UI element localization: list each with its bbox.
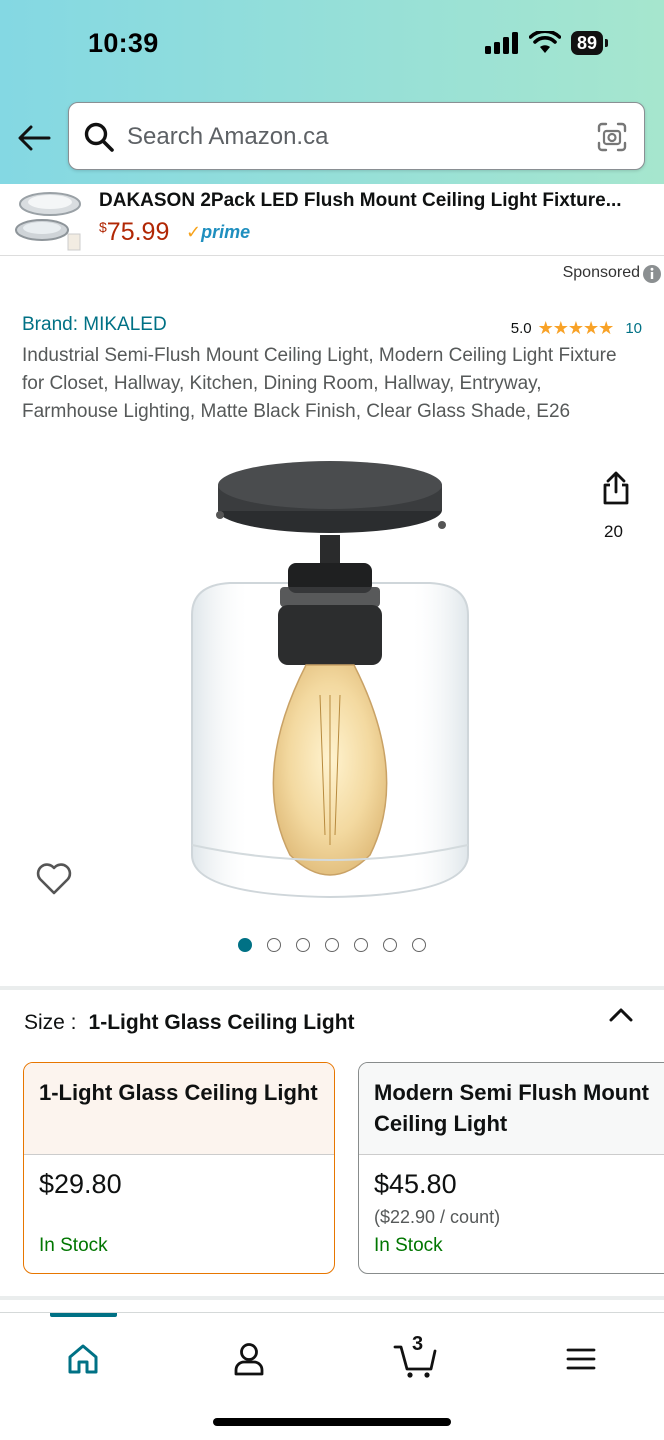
selected-size: 1-Light Glass Ceiling Light xyxy=(88,1011,355,1034)
sponsored-label: Sponsored xyxy=(562,264,640,281)
camera-search-icon[interactable] xyxy=(596,121,628,153)
sponsored-product-price: $ 75.99 xyxy=(99,218,169,247)
home-indicator xyxy=(213,1418,451,1426)
share-icon xyxy=(603,471,629,505)
search-icon xyxy=(84,122,114,152)
info-icon[interactable] xyxy=(642,264,662,284)
header: 10:39 89 xyxy=(0,0,664,184)
stock-status: In Stock xyxy=(374,1235,443,1256)
nav-account[interactable] xyxy=(225,1335,273,1383)
nav-cart[interactable]: 3 xyxy=(390,1333,442,1383)
home-icon xyxy=(68,1344,98,1374)
rating-count[interactable]: 10 xyxy=(625,320,642,337)
nav-menu[interactable] xyxy=(557,1335,605,1383)
size-option-1-light-glass[interactable]: 1-Light Glass Ceiling Light $29.80 In St… xyxy=(23,1062,335,1274)
rating-value: 5.0 xyxy=(510,320,532,337)
nav-active-indicator xyxy=(50,1313,117,1317)
carousel-dot[interactable] xyxy=(296,938,310,952)
sponsored-banner[interactable]: DAKASON 2Pack LED Flush Mount Ceiling Li… xyxy=(0,184,664,256)
price-amount: 75.99 xyxy=(106,218,170,246)
carousel-dot[interactable] xyxy=(412,938,426,952)
brand-link[interactable]: Brand: MIKALED xyxy=(22,314,167,336)
collapse-size-button[interactable] xyxy=(608,1006,634,1029)
wishlist-button[interactable] xyxy=(36,862,72,901)
size-option-price: $29.80 xyxy=(39,1169,122,1199)
section-divider xyxy=(0,1296,664,1300)
carousel-dot[interactable] xyxy=(238,938,252,952)
status-time: 10:39 xyxy=(88,28,159,58)
stock-status: In Stock xyxy=(39,1235,108,1256)
share-button[interactable] xyxy=(600,470,636,511)
account-icon xyxy=(234,1343,264,1376)
sponsored-product-title[interactable]: DAKASON 2Pack LED Flush Mount Ceiling Li… xyxy=(99,190,654,212)
size-option-name: 1-Light Glass Ceiling Light xyxy=(24,1063,334,1155)
size-label-text: Size : xyxy=(24,1011,77,1034)
wifi-icon xyxy=(528,31,561,53)
size-option-name: Modern Semi Flush Mount Ceiling Light xyxy=(359,1063,664,1155)
back-arrow-icon xyxy=(18,125,51,151)
heart-icon xyxy=(36,863,72,895)
back-button[interactable] xyxy=(16,120,52,156)
carousel-dot[interactable] xyxy=(354,938,368,952)
cart-count: 3 xyxy=(412,1333,424,1355)
size-option-modern-semi-flush[interactable]: Modern Semi Flush Mount Ceiling Light $4… xyxy=(358,1062,664,1274)
nav-home[interactable] xyxy=(59,1335,107,1383)
search-input[interactable] xyxy=(127,117,567,157)
menu-icon xyxy=(566,1348,596,1370)
carousel-dot[interactable] xyxy=(325,938,339,952)
prime-check-icon: ✓ xyxy=(186,222,202,242)
rating-summary[interactable]: 5.0 ★★★★★ 10 xyxy=(511,318,642,339)
star-rating-icon: ★★★★★ xyxy=(537,318,615,338)
search-bar[interactable] xyxy=(68,102,645,170)
price-currency: $ xyxy=(99,219,107,235)
image-carousel-indicator[interactable] xyxy=(238,938,426,952)
size-option-unit-price: ($22.90 / count) xyxy=(374,1207,501,1227)
section-divider xyxy=(0,986,664,990)
size-selector-label: Size : 1-Light Glass Ceiling Light xyxy=(24,1011,355,1035)
battery-indicator: 89 xyxy=(570,31,603,55)
prime-badge: ✓prime xyxy=(186,222,250,243)
carousel-dot[interactable] xyxy=(383,938,397,952)
battery-tip xyxy=(605,39,608,47)
share-count: 20 xyxy=(604,522,623,541)
product-image[interactable] xyxy=(180,455,480,905)
prime-label: prime xyxy=(201,222,251,242)
product-title: Industrial Semi-Flush Mount Ceiling Ligh… xyxy=(22,345,617,422)
ceiling-light-thumbnail xyxy=(15,192,81,251)
carousel-dot[interactable] xyxy=(267,938,281,952)
status-icons: 89 xyxy=(484,31,608,55)
size-option-price: $45.80 xyxy=(374,1169,457,1199)
signal-icon xyxy=(484,32,518,54)
chevron-up-icon xyxy=(609,1008,633,1022)
